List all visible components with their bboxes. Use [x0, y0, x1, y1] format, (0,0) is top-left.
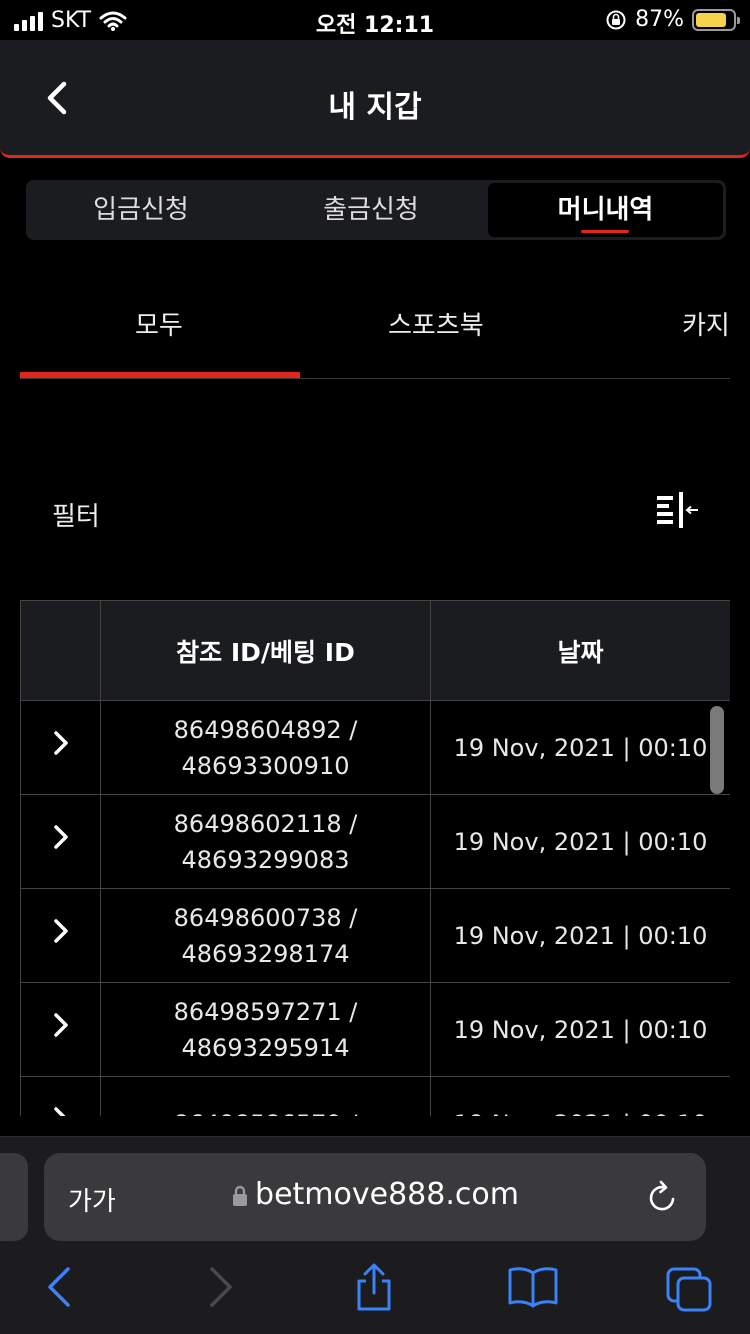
table-row[interactable]: 86498586579 / 19 Nov, 2021 | 00:10	[20, 1076, 730, 1117]
category-tab-casino[interactable]: 카지	[682, 305, 730, 342]
battery-icon	[692, 8, 740, 31]
tab-deposit-label: 입금신청	[93, 195, 189, 225]
table-row[interactable]: 86498597271 / 48693295914 19 Nov, 2021 |…	[20, 982, 730, 1077]
table-row[interactable]: 86498604892 / 48693300910 19 Nov, 2021 |…	[20, 700, 730, 795]
chevron-right-icon	[53, 730, 68, 755]
tab-money-history-label: 머니내역	[557, 195, 654, 225]
chevron-right-icon	[53, 824, 68, 849]
chevron-right-icon	[53, 1012, 68, 1037]
tab-withdraw-label: 출금신청	[323, 195, 419, 225]
header-expand	[20, 600, 101, 701]
expand-cell[interactable]	[20, 982, 101, 1077]
date-cell: 19 Nov, 2021 | 00:10	[430, 700, 730, 795]
previous-tab-peek[interactable]	[0, 1153, 28, 1241]
bet-id: 48693298174	[181, 939, 350, 968]
header-ref-bet-id: 참조 ID/베팅 ID	[100, 600, 431, 701]
expand-cell[interactable]	[20, 794, 101, 889]
forward-arrow-icon[interactable]	[204, 1265, 238, 1309]
ref-bet-id-cell: 86498597271 / 48693295914	[100, 982, 431, 1077]
date-cell: 19 Nov, 2021 | 00:10	[430, 888, 730, 983]
address-bar[interactable]: 가가 betmove888.com	[44, 1153, 706, 1241]
category-active-indicator	[20, 372, 300, 378]
tab-withdraw[interactable]: 출금신청	[256, 180, 486, 240]
expand-cell[interactable]	[20, 1076, 101, 1116]
chevron-right-icon	[53, 1106, 66, 1116]
orientation-lock-icon	[606, 10, 626, 29]
table-header-row: 참조 ID/베팅 ID 날짜	[20, 600, 730, 701]
date-cell: 19 Nov, 2021 | 00:10	[430, 794, 730, 889]
status-bar: SKT 오전 12:11 87%	[0, 0, 750, 40]
ref-bet-id-cell: 86498600738 / 48693298174	[100, 888, 431, 983]
category-tab-sportsbook[interactable]: 스포츠북	[388, 305, 484, 342]
bet-id: 48693300910	[181, 751, 350, 780]
ref-id: 86498586579 /	[101, 1106, 430, 1117]
tab-money-history[interactable]: 머니내역	[488, 183, 723, 237]
chevron-right-icon	[53, 918, 68, 943]
ref-bet-id-cell: 86498602118 / 48693299083	[100, 794, 431, 889]
ref-bet-id-cell: 86498604892 / 48693300910	[100, 700, 431, 795]
ref-id: 86498597271 /	[173, 997, 358, 1026]
expand-cell[interactable]	[20, 888, 101, 983]
page-title: 내 지갑	[328, 90, 422, 125]
expand-cell[interactable]	[20, 700, 101, 795]
table-row[interactable]: 86498602118 / 48693299083 19 Nov, 2021 |…	[20, 794, 730, 889]
ref-bet-id-cell: 86498586579 /	[100, 1076, 431, 1117]
ref-id: 86498604892 /	[173, 715, 358, 744]
header-date: 날짜	[430, 600, 730, 701]
date-cell: 19 Nov, 2021 | 00:10	[430, 1076, 730, 1116]
filter-label[interactable]: 필터	[52, 496, 100, 533]
tab-deposit[interactable]: 입금신청	[26, 180, 256, 240]
category-divider	[20, 378, 730, 379]
table-row[interactable]: 86498600738 / 48693298174 19 Nov, 2021 |…	[20, 888, 730, 983]
wallet-segment-control: 입금신청 출금신청 머니내역	[26, 180, 726, 240]
lock-icon	[233, 1185, 248, 1206]
battery-percent: 87%	[635, 7, 684, 32]
back-arrow-icon[interactable]	[42, 1265, 76, 1309]
browser-toolbar: 가가 betmove888.com	[0, 1136, 750, 1334]
filter-panel-icon[interactable]	[654, 490, 700, 530]
reload-icon[interactable]	[646, 1179, 680, 1215]
category-tab-all[interactable]: 모두	[135, 305, 183, 342]
active-tab-indicator	[581, 230, 629, 233]
table-scrollbar[interactable]	[710, 706, 724, 794]
bet-id: 48693299083	[181, 845, 350, 874]
transaction-table: 참조 ID/베팅 ID 날짜 86498604892 / 48693300910…	[20, 600, 730, 1116]
tabs-icon[interactable]	[664, 1265, 716, 1313]
bookmarks-icon[interactable]	[506, 1265, 560, 1309]
ref-id: 86498600738 /	[173, 903, 358, 932]
url-text: betmove888.com	[255, 1177, 519, 1212]
share-icon[interactable]	[352, 1263, 396, 1313]
bet-id: 48693295914	[181, 1033, 350, 1062]
ref-id: 86498602118 /	[173, 809, 358, 838]
app-header: 내 지갑	[0, 40, 750, 158]
date-cell: 19 Nov, 2021 | 00:10	[430, 982, 730, 1077]
